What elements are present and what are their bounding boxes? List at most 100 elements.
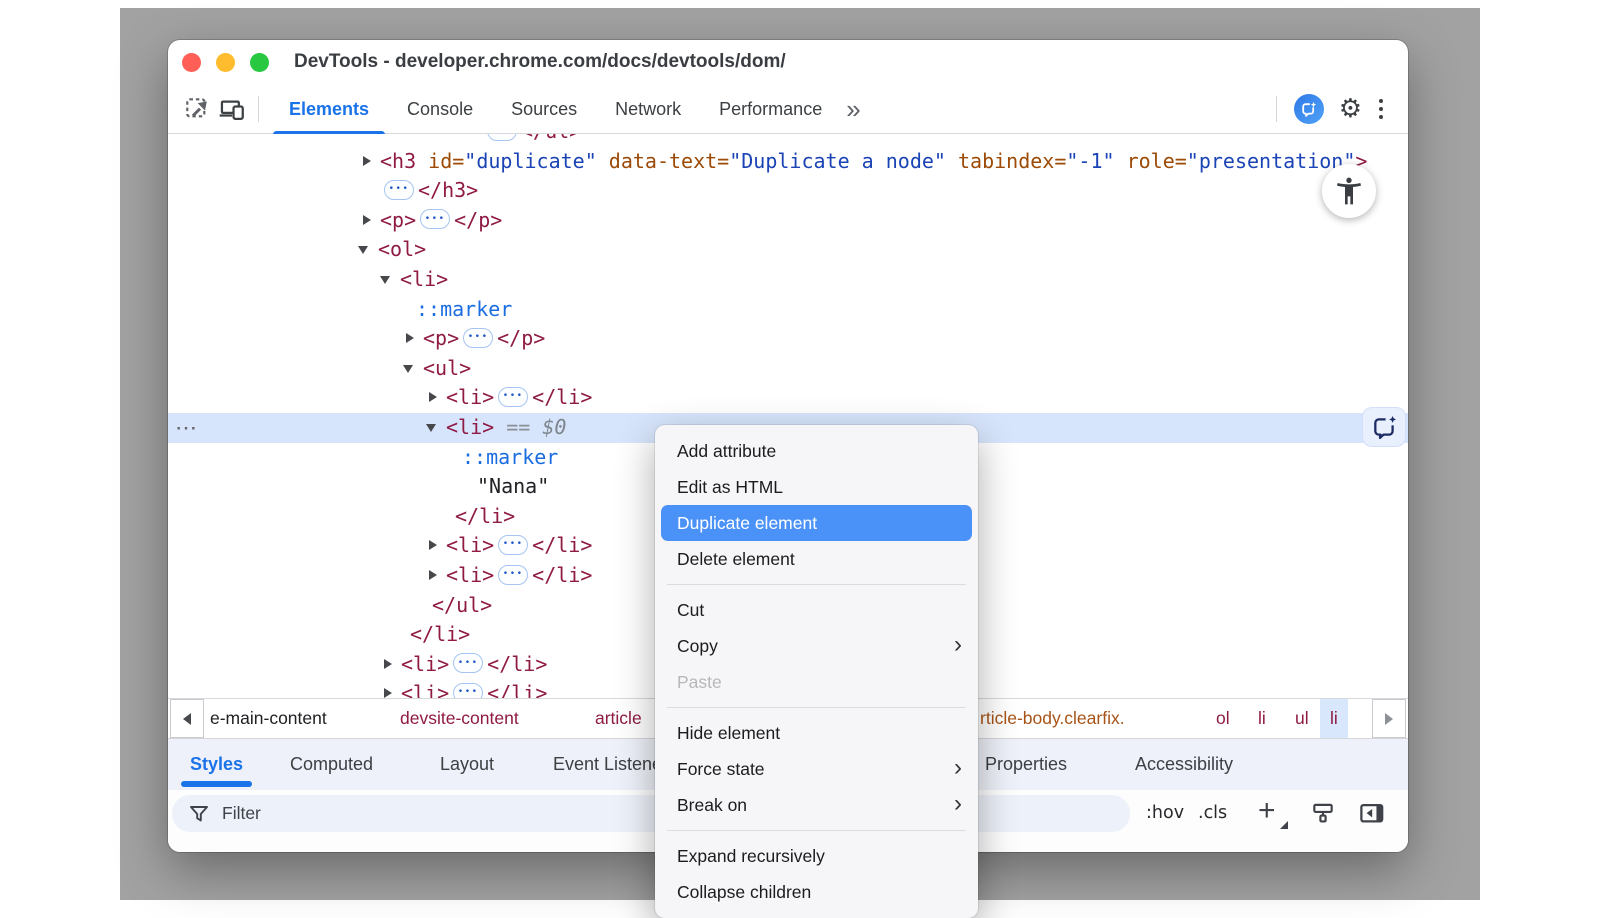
ellipsis-expand-button[interactable]: ••• [498,565,528,585]
breadcrumb-scroll-left-button[interactable] [170,699,204,738]
menu-separator [667,830,966,831]
disclosure-arrow-icon[interactable] [429,540,437,550]
tab-accessibility[interactable]: Accessibility [1135,739,1233,790]
context-menu-item-delete-element[interactable]: Delete element [661,541,972,577]
tab-console[interactable]: Console [407,85,473,133]
breadcrumb-item-rticle-body-clearfix[interactable]: rticle-body.clearfix. [980,699,1125,738]
ellipsis-expand-button[interactable]: ••• [453,683,483,698]
token-val: "presentation" [1187,149,1356,173]
token-tag: </ul> [432,593,492,617]
dom-tree-row[interactable]: <li>•••</li> [168,383,1408,413]
breadcrumb-item-li[interactable]: li [1320,699,1348,738]
context-menu-item-force-state[interactable]: Force state› [661,751,972,787]
context-menu-item-add-attribute[interactable]: Add attribute [661,433,972,469]
token-tag: </li> [455,504,515,528]
disclosure-arrow-icon[interactable] [380,276,390,284]
context-menu-item-hide-element[interactable]: Hide element [661,715,972,751]
ellipsis-expand-button[interactable]: ••• [487,134,517,141]
token-tag: <li> [400,267,448,291]
breadcrumb-item-article[interactable]: article [595,699,642,738]
breadcrumb-scroll-right-button[interactable] [1372,699,1406,738]
menu-item-label: Collapse children [677,882,811,903]
breadcrumb-item-li[interactable]: li [1258,699,1266,738]
breadcrumb-item-ul[interactable]: ul [1295,699,1309,738]
menu-item-label: Force state [677,759,765,780]
tab-styles[interactable]: Styles [190,739,243,790]
disclosure-arrow-icon[interactable] [358,246,368,254]
context-menu-item-duplicate-element[interactable]: Duplicate element [661,505,972,541]
breadcrumb-item-devsite-content[interactable]: devsite-content [400,699,519,738]
tab-sources[interactable]: Sources [511,85,577,133]
menu-item-label: Break on [677,795,747,816]
disclosure-arrow-icon[interactable] [384,659,392,669]
tab-performance[interactable]: Performance [719,85,822,133]
token-tag: </li> [487,652,547,676]
context-menu-item-collapse-children[interactable]: Collapse children [661,874,972,910]
disclosure-arrow-icon[interactable] [384,688,392,698]
element-classes-button[interactable]: .cls [1198,790,1227,836]
context-menu-item-edit-as-html[interactable]: Edit as HTML [661,469,972,505]
token-var: $0 [542,415,566,439]
ai-assistant-icon[interactable] [1294,94,1324,124]
ellipsis-expand-button[interactable]: ••• [463,328,493,348]
context-menu-item-copy[interactable]: Copy› [661,628,972,664]
dom-tree-row[interactable]: <ul> [168,354,1408,384]
dom-node-text: "Nana" [477,472,549,502]
ellipsis-expand-button[interactable]: ••• [453,653,483,673]
kebab-menu-icon[interactable] [1368,99,1394,120]
dom-tree-row[interactable]: •••</h3> [168,176,1408,206]
ellipsis-expand-button[interactable]: ••• [498,535,528,555]
ai-assistance-badge[interactable] [1363,408,1405,446]
disclosure-arrow-icon[interactable] [363,215,371,225]
context-menu-item-break-on[interactable]: Break on› [661,787,972,823]
disclosure-arrow-icon[interactable] [403,365,413,373]
traffic-light-close[interactable] [182,53,201,72]
token-tag: </li> [532,533,592,557]
rendering-brush-icon[interactable] [1310,800,1336,826]
token-tag: </li> [532,563,592,587]
tab-network[interactable]: Network [615,85,681,133]
more-tabs-icon[interactable]: » [846,96,860,122]
context-menu-item-cut[interactable]: Cut [661,592,972,628]
disclosure-arrow-icon[interactable] [426,424,436,432]
page-accessibility-widget[interactable] [1322,164,1376,218]
ellipsis-expand-button[interactable]: ••• [384,180,414,200]
disclosure-arrow-icon[interactable] [429,392,437,402]
row-more-actions-icon[interactable]: ⋯ [175,413,198,443]
disclosure-arrow-icon[interactable] [429,570,437,580]
toolbar-divider [258,96,259,122]
token-tag: <li> [446,385,494,409]
dom-tree-row[interactable]: <ol> [168,235,1408,265]
settings-gear-icon[interactable]: ⚙ [1339,96,1362,122]
token-tag: </li> [487,681,547,698]
dom-node-text: <li>•••</li> [446,383,592,413]
dom-node-text: </li> [410,620,470,650]
ellipsis-expand-button[interactable]: ••• [420,209,450,229]
inspect-element-icon[interactable] [180,92,214,126]
dom-tree-row[interactable]: <p>•••</p> [168,324,1408,354]
toggle-element-state-button[interactable]: :hov [1146,790,1184,836]
tab-properties[interactable]: Properties [985,739,1067,790]
disclosure-arrow-icon[interactable] [406,333,414,343]
dom-tree-row[interactable]: •••</ul> [168,134,1408,147]
context-menu: Add attributeEdit as HTMLDuplicate eleme… [655,425,978,918]
tab-computed[interactable]: Computed [290,739,373,790]
token-tag: <h3 [380,149,428,173]
breadcrumb-item-e-main-content[interactable]: e-main-content [210,699,327,738]
device-toolbar-icon[interactable] [214,92,248,126]
tab-elements[interactable]: Elements [289,85,369,133]
ellipsis-expand-button[interactable]: ••• [498,387,528,407]
dom-tree-row[interactable]: ::marker [168,295,1408,325]
breadcrumb-item-ol[interactable]: ol [1216,699,1230,738]
styles-filter-input[interactable]: Filter [172,795,1130,832]
dom-tree-row[interactable]: <h3 id="duplicate" data-text="Duplicate … [168,147,1408,177]
dom-tree-row[interactable]: <p>•••</p> [168,206,1408,236]
dock-side-panel-icon[interactable] [1358,800,1385,827]
context-menu-item-expand-recursively[interactable]: Expand recursively [661,838,972,874]
disclosure-arrow-icon[interactable] [363,156,371,166]
traffic-light-minimize[interactable] [216,53,235,72]
dom-tree-row[interactable]: <li> [168,265,1408,295]
tab-layout[interactable]: Layout [440,739,494,790]
traffic-light-zoom[interactable] [250,53,269,72]
new-style-rule-button[interactable]: + [1258,790,1276,836]
